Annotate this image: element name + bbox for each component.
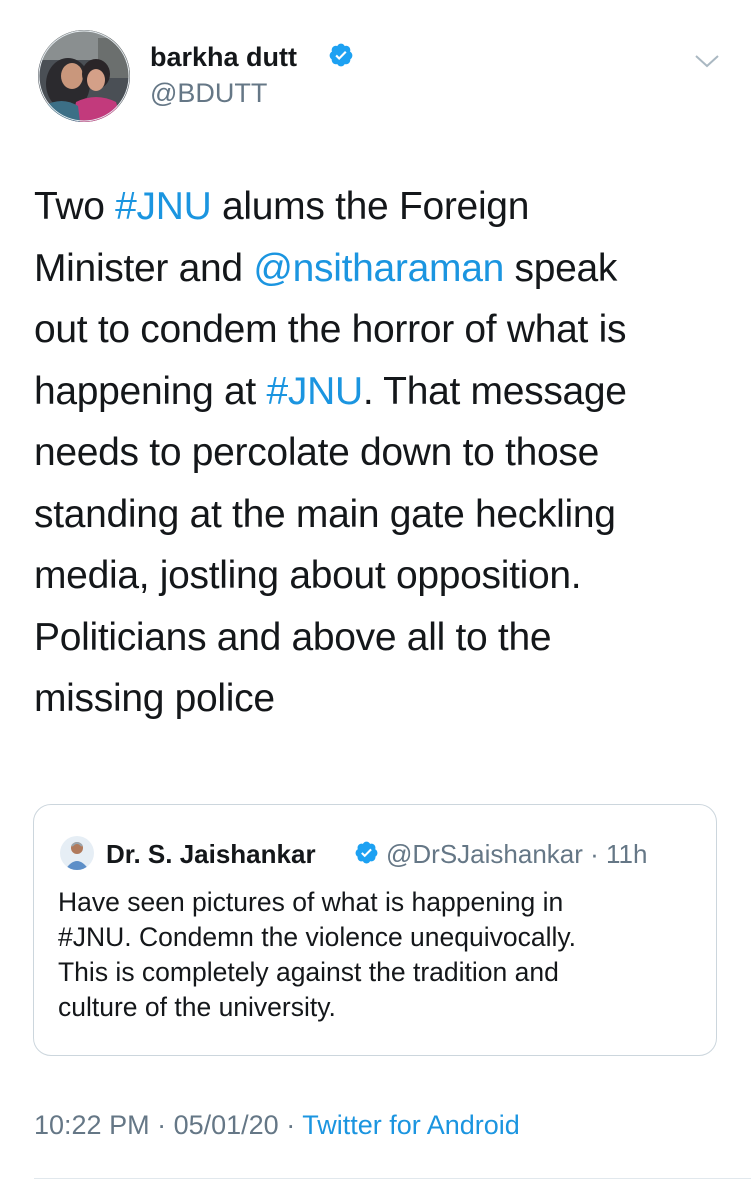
meta-separator: · [278, 1110, 303, 1140]
verified-badge-icon [329, 43, 353, 67]
author-avatar[interactable] [38, 30, 130, 122]
tweet-meta: 10:22 PM · 05/01/20 · Twitter for Androi… [34, 1110, 520, 1141]
tweet-text-line: out to condem the horror of what is [34, 299, 724, 361]
author-name[interactable]: barkha dutt [150, 42, 297, 73]
chevron-down-icon[interactable] [692, 50, 722, 72]
quoted-text-line: This is completely against the tradition… [58, 957, 559, 987]
tweet-text-line: Two #JNU alums the Foreign [34, 176, 724, 238]
tweet-text-segment: . That message [362, 369, 627, 413]
profile-photo-icon [38, 30, 130, 122]
profile-photo-icon [60, 836, 94, 870]
tweet-text-segment: happening at [34, 369, 267, 413]
quoted-author-name: Dr. S. Jaishankar [106, 839, 316, 869]
tweet-text-line: standing at the main gate heckling [34, 484, 724, 546]
tweet-text-segment: speak [503, 246, 618, 290]
quoted-text-line: culture of the university. [58, 992, 336, 1022]
tweet-date[interactable]: 05/01/20 [174, 1110, 279, 1140]
quoted-tweet-text: Have seen pictures of what is happening … [58, 885, 698, 1025]
tweet-text-segment: standing at the main gate heckling [34, 492, 616, 536]
tweet-text-segment: Two [34, 185, 116, 228]
hashtag-link[interactable]: #JNU [115, 185, 212, 228]
meta-separator: · [149, 1110, 174, 1140]
verified-badge-icon [355, 841, 378, 864]
author-handle[interactable]: @BDUTT [150, 78, 267, 109]
tweet-text-segment: media, jostling about opposition. [34, 554, 582, 597]
tweet-text-line: missing police [34, 668, 724, 730]
quoted-text-line: Have seen pictures of what is happening … [58, 887, 564, 917]
tweet-text-segment: alums the Foreign [211, 185, 530, 228]
tweet-text-segment: Minister and [34, 246, 254, 290]
tweet-text-line: media, jostling about opposition. [34, 545, 724, 607]
quoted-text-line: #JNU. Condemn the violence unequivocally… [58, 922, 577, 952]
tweet-text: Two #JNU alums the Foreign Minister and @… [34, 176, 724, 730]
tweet-text-segment: Politicians and above all to the [34, 615, 552, 659]
quoted-tweet-card[interactable]: Dr. S. Jaishankar @DrSJaishankar · 11h H… [33, 804, 717, 1056]
tweet-text-line: needs to percolate down to those [34, 422, 724, 484]
divider [34, 1178, 751, 1179]
tweet-header: barkha dutt @BDUTT [0, 0, 751, 140]
tweet-text-segment: needs to percolate down to those [34, 431, 599, 474]
tweet-text-line: Minister and @nsitharaman speak [34, 238, 724, 300]
tweet-text-segment: out to condem the horror of what is [34, 308, 627, 351]
hashtag-link[interactable]: #JNU [266, 370, 363, 413]
tweet-time[interactable]: 10:22 PM [34, 1110, 150, 1140]
tweet-text-line: happening at #JNU. That message [34, 361, 724, 423]
tweet-source-link[interactable]: Twitter for Android [302, 1110, 520, 1140]
tweet-text-segment: missing police [34, 677, 275, 720]
tweet-text-line: Politicians and above all to the [34, 607, 724, 669]
mention-link[interactable]: @nsitharaman [253, 247, 504, 290]
quoted-author-handle-time: @DrSJaishankar · 11h [386, 839, 648, 869]
quoted-author-avatar [60, 836, 94, 870]
